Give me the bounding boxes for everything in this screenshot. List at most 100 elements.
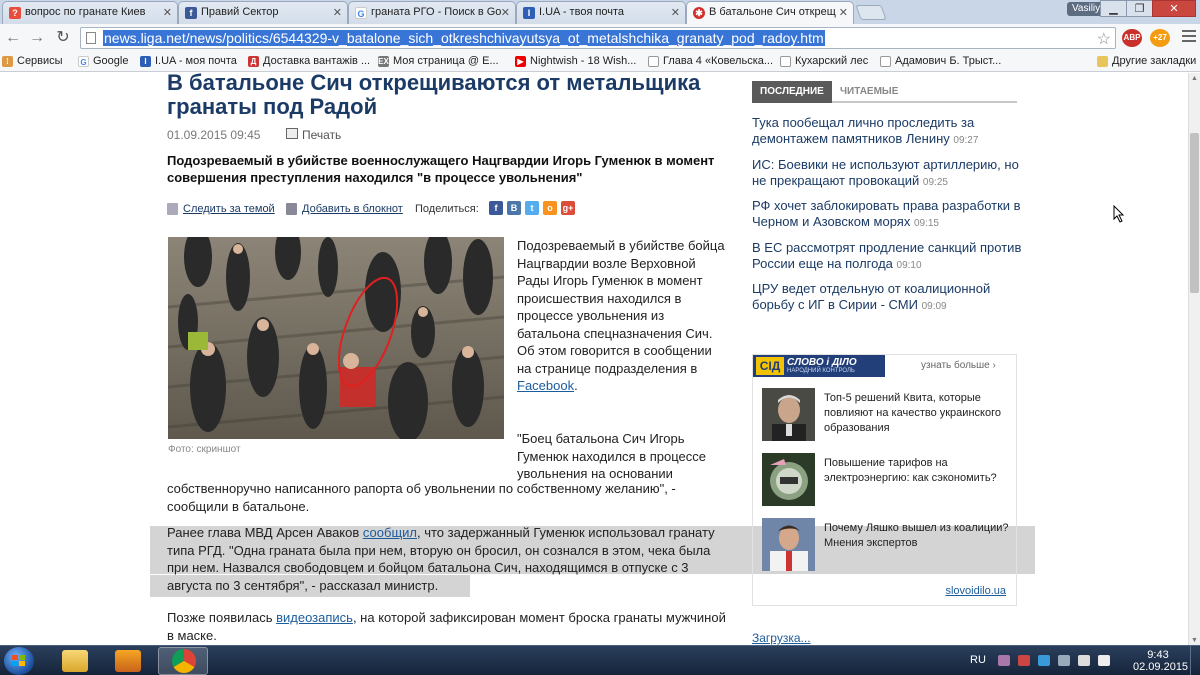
- google-icon: G: [78, 56, 89, 67]
- partner-item[interactable]: Почему Ляшко вышел из коалиции? Мнения э…: [762, 518, 1012, 572]
- logo-subtitle: НАРОДНИЙ КОНТРОЛЬ: [787, 368, 855, 374]
- tab-5-active[interactable]: ✱ В батальоне Сич открещ ✕: [686, 1, 854, 25]
- url-text[interactable]: news.liga.net/news/politics/6544329-v_ba…: [103, 30, 825, 46]
- close-icon[interactable]: ✕: [501, 6, 510, 19]
- bookmark-star-icon[interactable]: ☆: [1097, 29, 1111, 49]
- video-link[interactable]: видеозапись: [276, 610, 353, 625]
- back-icon[interactable]: ←: [2, 28, 24, 48]
- news-item[interactable]: ИС: Боевики не используют артиллерию, но…: [752, 157, 1027, 191]
- vk-share-icon[interactable]: В: [507, 201, 521, 215]
- page-icon: [880, 56, 891, 67]
- google-icon: G: [355, 7, 367, 19]
- news-thumbnail: [762, 388, 815, 441]
- tab-2[interactable]: f Правий Сектор ✕: [178, 1, 348, 24]
- tab-most-read[interactable]: ЧИТАЕМЫЕ: [840, 81, 898, 103]
- bookmark-nightwish[interactable]: ▶ Nightwish - 18 Wish...: [515, 55, 636, 67]
- tab-4[interactable]: I I.UA - твоя почта ✕: [516, 1, 686, 24]
- partner-item[interactable]: Топ-5 решений Квита, которые повлияют на…: [762, 388, 1012, 442]
- menu-icon[interactable]: [1182, 30, 1196, 45]
- folder-icon: [1097, 56, 1108, 67]
- scrollbar-thumb[interactable]: [1190, 133, 1199, 293]
- news-title[interactable]: ЦРУ ведет отдельную от коалиционной борь…: [752, 281, 990, 312]
- forward-icon[interactable]: →: [26, 28, 48, 48]
- twitter-share-icon[interactable]: t: [525, 201, 539, 215]
- clock-time: 9:43: [1147, 649, 1169, 661]
- tab-1[interactable]: ? вопрос по гранате Киев ✕: [2, 1, 178, 24]
- tab-3[interactable]: G граната РГО - Поиск в Go ✕: [348, 1, 516, 24]
- partner-site-link[interactable]: slovoidilo.ua: [945, 585, 1006, 597]
- facebook-share-icon[interactable]: f: [489, 201, 503, 215]
- news-title[interactable]: РФ хочет заблокировать права разработки …: [752, 198, 1021, 229]
- other-bookmarks[interactable]: Другие закладки: [1097, 55, 1196, 67]
- start-button[interactable]: [4, 647, 34, 675]
- loading-link[interactable]: Загрузка...: [752, 631, 811, 645]
- page-icon: [86, 32, 96, 44]
- news-item[interactable]: РФ хочет заблокировать права разработки …: [752, 198, 1027, 232]
- add-to-notebook-link[interactable]: Добавить в блокнот: [286, 203, 403, 215]
- maximize-icon[interactable]: ❐: [1126, 0, 1153, 17]
- folder-icon: [62, 650, 88, 672]
- partner-item[interactable]: Повышение тарифов на электроэнергию: как…: [762, 453, 1012, 507]
- taskbar-explorer[interactable]: [50, 647, 100, 675]
- adblock-icon[interactable]: ABP 10: [1122, 29, 1142, 60]
- news-item[interactable]: Тука пообещал лично проследить за демонт…: [752, 115, 1027, 149]
- follow-topic-link[interactable]: Следить за темой: [167, 203, 275, 215]
- partner-item-title[interactable]: Топ-5 решений Квита, которые повлияют на…: [824, 391, 1009, 436]
- news-title[interactable]: Тука пообещал лично проследить за демонт…: [752, 115, 974, 146]
- avakov-statement-link[interactable]: сообщил: [363, 525, 417, 540]
- slovo-i-dilo-logo[interactable]: СІД СЛОВО і ДІЛО НАРОДНИЙ КОНТРОЛЬ: [753, 355, 885, 377]
- bookmark-label: Кухарский лес: [795, 55, 869, 67]
- show-desktop-button[interactable]: [1190, 646, 1200, 675]
- close-icon[interactable]: ✕: [839, 6, 848, 19]
- print-button[interactable]: Печать: [286, 128, 341, 142]
- taskbar-media-player[interactable]: [103, 647, 153, 675]
- news-title[interactable]: ИС: Боевики не используют артиллерию, но…: [752, 157, 1019, 188]
- crowd-scene-image: [168, 237, 504, 439]
- bookmark-delivery[interactable]: Д Доставка вантажів ...: [248, 55, 370, 67]
- tray-device-icon[interactable]: [1058, 655, 1070, 666]
- bookmark-adamovich[interactable]: Адамович Б. Трыст...: [880, 55, 1001, 67]
- page-scrollbar[interactable]: ▲ ▼: [1188, 73, 1200, 646]
- telegram-icon[interactable]: [1038, 655, 1050, 666]
- language-indicator[interactable]: RU: [970, 654, 986, 666]
- minimize-icon[interactable]: ▁: [1100, 0, 1127, 17]
- news-thumbnail: [762, 518, 815, 571]
- bookmark-ex[interactable]: EX Моя страница @ E...: [378, 55, 499, 67]
- googleplus-share-icon[interactable]: g+: [561, 201, 575, 215]
- bookmark-kukharsky[interactable]: Кухарский лес: [780, 55, 868, 67]
- close-icon[interactable]: ✕: [333, 6, 342, 19]
- bookmark-services[interactable]: ⁞ Сервисы: [2, 55, 63, 67]
- tray-flag-icon[interactable]: [1018, 655, 1030, 666]
- scroll-up-icon[interactable]: ▲: [1191, 75, 1198, 82]
- system-clock[interactable]: 9:43 02.09.2015: [1133, 649, 1188, 673]
- bookmark-label: Доставка вантажів ...: [263, 55, 371, 67]
- bookmarks-bar: ⁞ Сервисы G Google I I.UA - моя почта Д …: [0, 52, 1200, 72]
- tray-app-icon[interactable]: [998, 655, 1010, 666]
- odnoklassniki-share-icon[interactable]: о: [543, 201, 557, 215]
- close-icon[interactable]: ✕: [163, 6, 172, 19]
- bookmark-iua[interactable]: I I.UA - моя почта: [140, 55, 237, 67]
- address-bar[interactable]: news.liga.net/news/politics/6544329-v_ba…: [80, 27, 1116, 49]
- partner-item-title[interactable]: Почему Ляшко вышел из коалиции? Мнения э…: [824, 521, 1009, 551]
- close-window-icon[interactable]: ✕: [1152, 0, 1196, 17]
- new-tab-button[interactable]: [855, 5, 887, 20]
- network-icon[interactable]: [1078, 655, 1090, 666]
- tab-strip: ? вопрос по гранате Киев ✕ f Правий Сект…: [0, 0, 1200, 25]
- news-item[interactable]: ЦРУ ведет отдельную от коалиционной борь…: [752, 281, 1027, 315]
- bookmark-chapter4[interactable]: Глава 4 «Ковельска...: [648, 55, 773, 67]
- reload-icon[interactable]: ↻: [52, 28, 74, 48]
- close-icon[interactable]: ✕: [671, 6, 680, 19]
- volume-icon[interactable]: [1098, 655, 1110, 666]
- learn-more-link[interactable]: узнать больше ›: [921, 360, 996, 371]
- news-time: 09:25: [922, 177, 948, 188]
- tab-latest[interactable]: ПОСЛЕДНИЕ: [752, 81, 832, 103]
- bookmark-label: Nightwish - 18 Wish...: [530, 55, 637, 67]
- news-title[interactable]: В ЕС рассмотрят продление санкций против…: [752, 240, 1021, 271]
- extension-badge-icon[interactable]: +27: [1150, 29, 1170, 47]
- taskbar-chrome[interactable]: [158, 647, 208, 675]
- bookmark-google[interactable]: G Google: [78, 55, 128, 67]
- partner-item-title[interactable]: Повышение тарифов на электроэнергию: как…: [824, 456, 1009, 486]
- news-item[interactable]: В ЕС рассмотрят продление санкций против…: [752, 240, 1027, 274]
- scroll-down-icon[interactable]: ▼: [1191, 637, 1198, 644]
- facebook-link[interactable]: Facebook: [517, 378, 574, 393]
